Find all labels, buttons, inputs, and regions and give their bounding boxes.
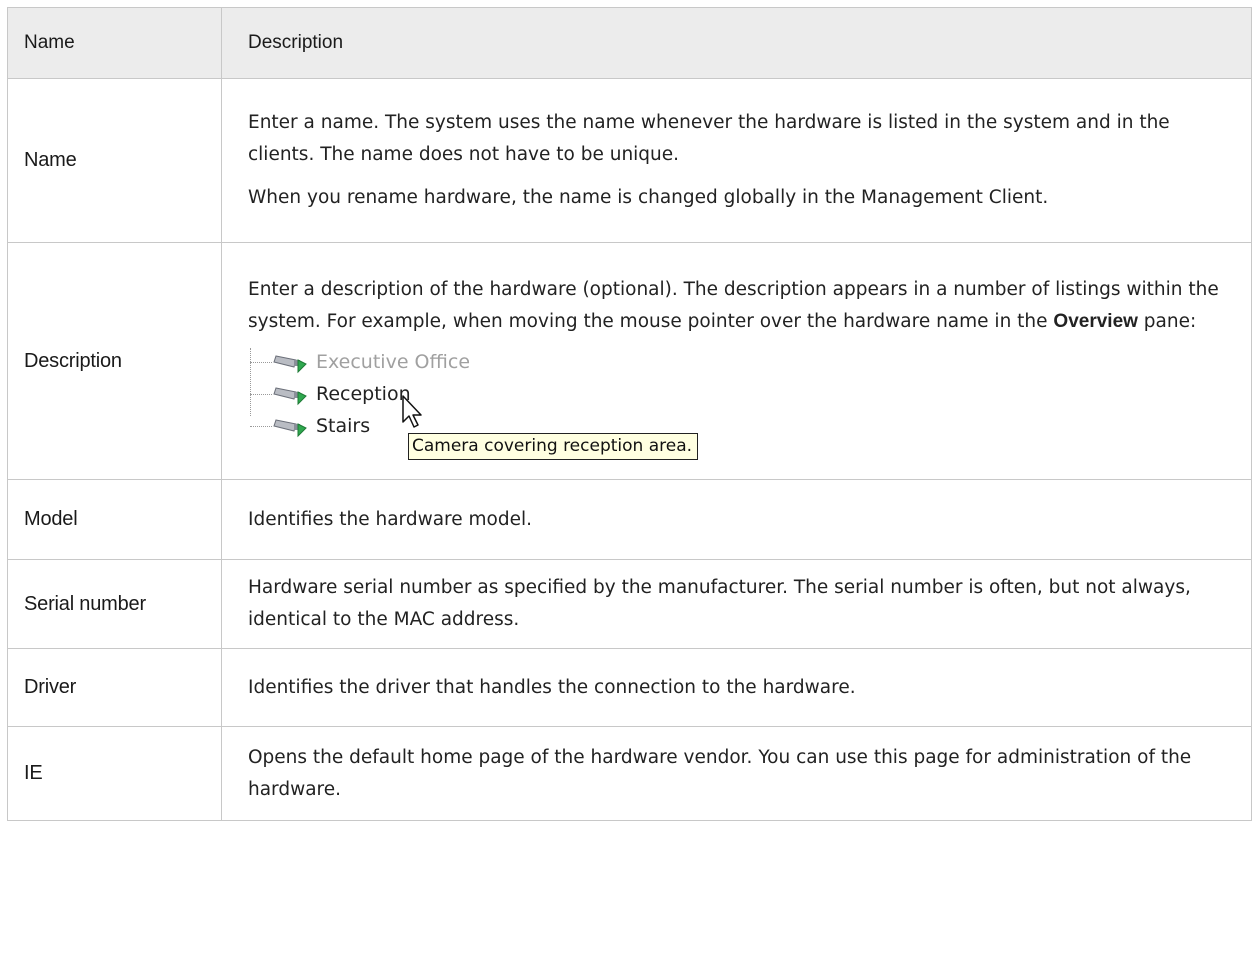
property-description: Identifies the hardware model.	[221, 479, 1252, 560]
tree-item: Executive Office	[250, 350, 470, 374]
table-header-row: Name Description	[7, 7, 1252, 79]
table-row: Description Enter a description of the h…	[7, 242, 1252, 480]
tree-branch	[250, 393, 272, 395]
tree-item-label: Reception	[316, 383, 411, 405]
overview-pane-term: Overview	[1053, 311, 1138, 332]
tree-item: Reception	[250, 382, 411, 406]
tooltip: Camera covering reception area.	[408, 433, 699, 460]
description-text: pane:	[1137, 311, 1197, 332]
tree-branch	[250, 361, 272, 363]
property-description: Enter a description of the hardware (opt…	[221, 242, 1252, 480]
table-row: Name Enter a name. The system uses the n…	[7, 78, 1252, 243]
tree-branch	[250, 425, 272, 427]
property-name: IE	[7, 726, 222, 821]
tree-item-label: Executive Office	[316, 351, 471, 373]
table-row: Model Identifies the hardware model.	[7, 479, 1252, 560]
description-paragraph: Enter a name. The system uses the name w…	[248, 112, 1170, 165]
property-name: Name	[7, 78, 222, 243]
overview-tree-illustration: Executive Office Reception Stairs Camera…	[248, 348, 768, 460]
property-name: Model	[7, 479, 222, 560]
camera-icon	[273, 387, 307, 406]
mouse-cursor-icon	[402, 395, 422, 428]
table-row: IE Opens the default home page of the ha…	[7, 726, 1252, 821]
hardware-properties-table: Name Description Name Enter a name. The …	[7, 7, 1252, 821]
column-header-description: Description	[221, 7, 1252, 79]
column-header-name: Name	[7, 7, 222, 79]
property-description: Hardware serial number as specified by t…	[221, 559, 1252, 649]
property-name: Driver	[7, 648, 222, 727]
property-description: Identifies the driver that handles the c…	[221, 648, 1252, 727]
property-description: Opens the default home page of the hardw…	[221, 726, 1252, 821]
property-description: Enter a name. The system uses the name w…	[221, 78, 1252, 243]
camera-icon	[273, 355, 307, 374]
tree-item: Stairs	[250, 414, 370, 438]
description-paragraph: Enter a description of the hardware (opt…	[248, 274, 1233, 338]
property-name: Description	[7, 242, 222, 480]
description-paragraph: When you rename hardware, the name is ch…	[248, 187, 1049, 208]
camera-icon	[273, 419, 307, 438]
tree-item-label: Stairs	[316, 415, 371, 437]
table-row: Driver Identifies the driver that handle…	[7, 648, 1252, 727]
property-name: Serial number	[7, 559, 222, 649]
table-row: Serial number Hardware serial number as …	[7, 559, 1252, 649]
